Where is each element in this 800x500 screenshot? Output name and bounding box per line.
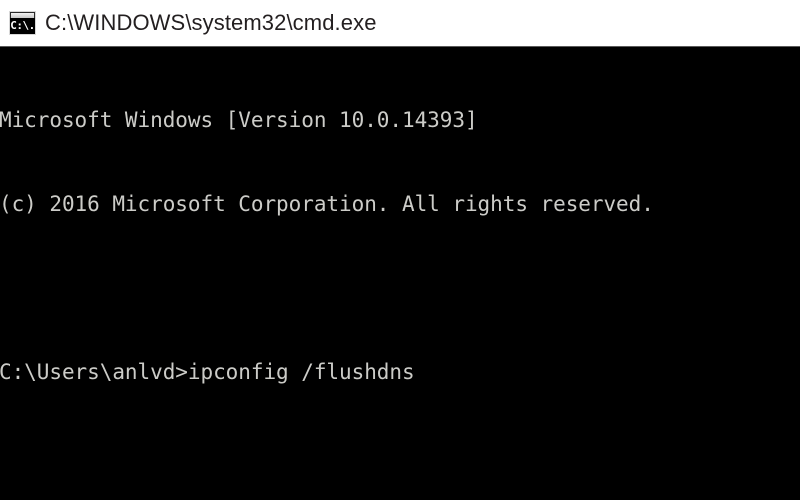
cmd-console-icon[interactable]: C:\. (9, 11, 36, 35)
console-output-area[interactable]: Microsoft Windows [Version 10.0.14393] (… (0, 48, 800, 500)
cmd-window: C:\. C:\WINDOWS\system32\cmd.exe Microso… (0, 0, 800, 500)
console-line: (c) 2016 Microsoft Corporation. All righ… (0, 192, 654, 216)
icon-prompt-glyph: C:\. (10, 18, 35, 34)
console-line: Microsoft Windows [Version 10.0.14393] (0, 108, 478, 132)
window-title: C:\WINDOWS\system32\cmd.exe (45, 10, 377, 35)
console-line-command: C:\Users\anlvd>ipconfig /flushdns (0, 360, 415, 384)
title-bar[interactable]: C:\. C:\WINDOWS\system32\cmd.exe (0, 0, 800, 47)
console-text: Microsoft Windows [Version 10.0.14393] (… (0, 50, 654, 500)
